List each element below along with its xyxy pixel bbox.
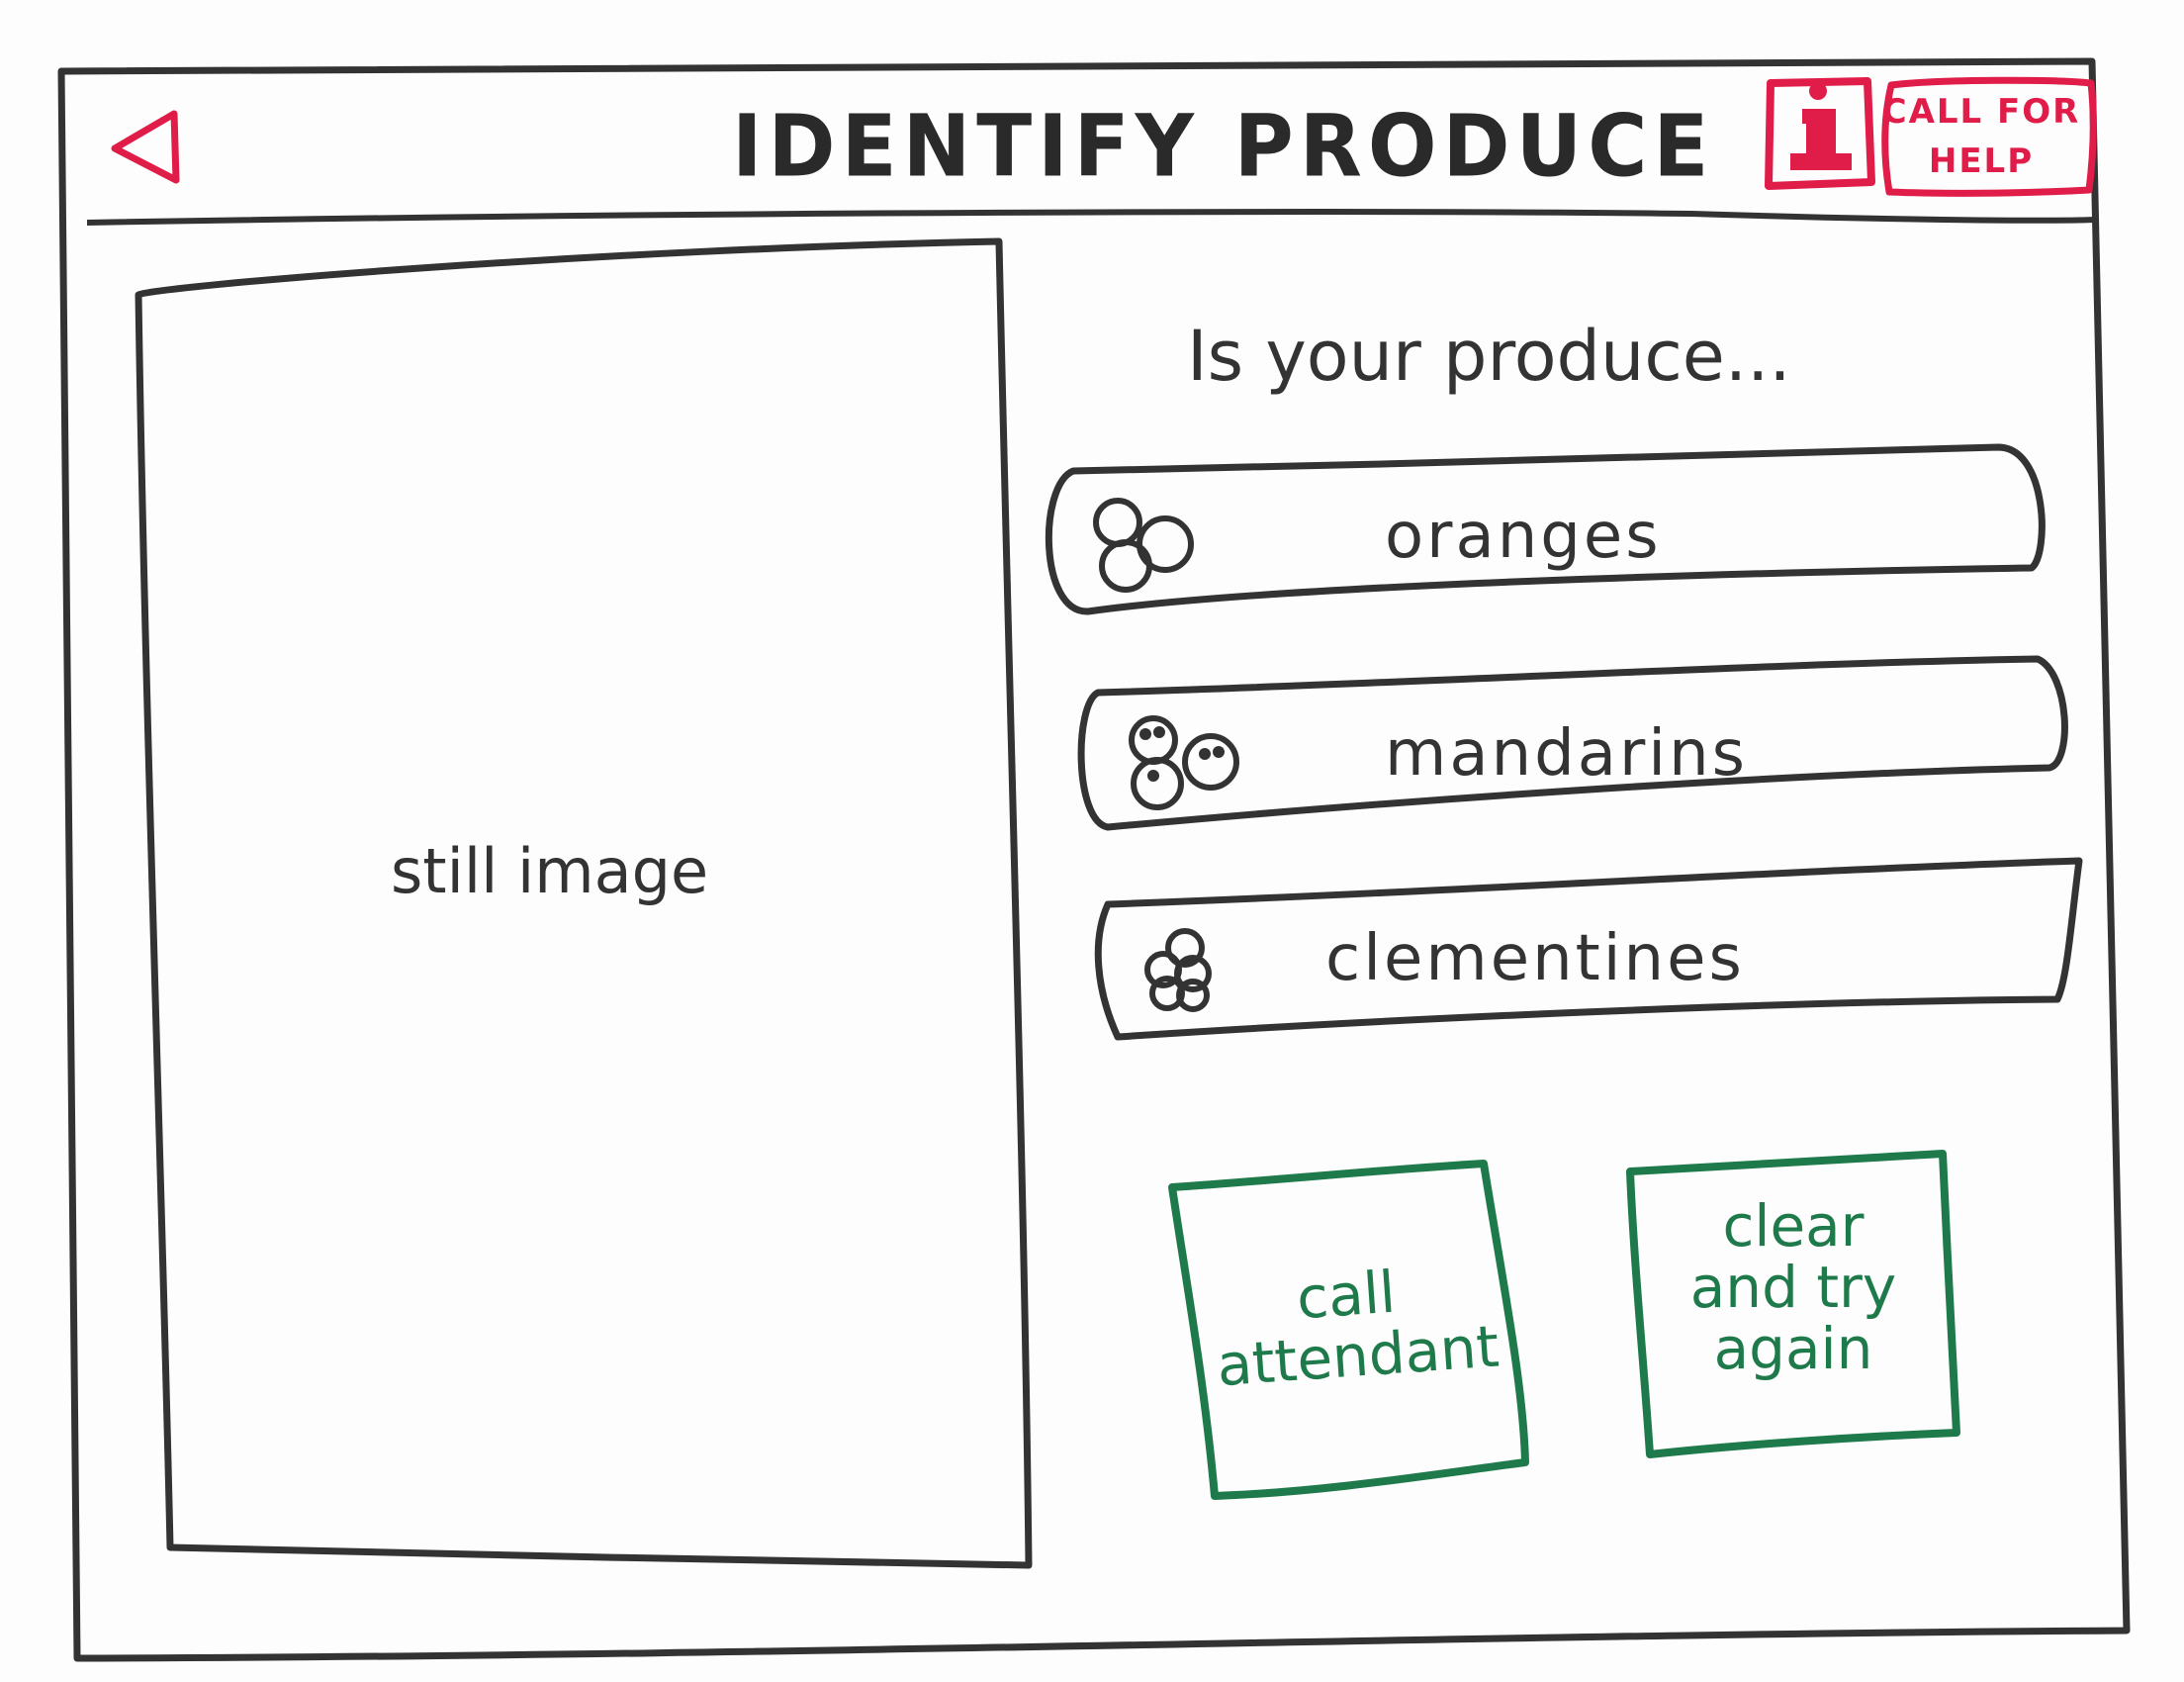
info-dot	[1809, 82, 1827, 100]
produce-question: Is your produce...	[1187, 316, 1791, 397]
back-button[interactable]	[111, 110, 180, 184]
option-clementines-label: clementines	[1325, 922, 1745, 995]
clear-and-try-again-label: clear and try again	[1689, 1192, 1897, 1382]
option-mandarins-button[interactable]: mandarins	[1083, 661, 2067, 824]
still-image-preview: still image	[148, 297, 1019, 1553]
option-clementines-button[interactable]: clementines	[1098, 863, 2082, 1033]
page-title: IDENTIFY PRODUCE	[732, 97, 1715, 197]
option-oranges-label: oranges	[1385, 500, 1662, 573]
option-oranges-button[interactable]: oranges	[1063, 450, 2048, 608]
option-mandarins-label: mandarins	[1385, 717, 1748, 791]
info-button[interactable]	[1765, 77, 1875, 190]
call-attendant-button[interactable]: call attendant	[1175, 1166, 1523, 1492]
clear-and-try-again-button[interactable]: clear and try again	[1632, 1156, 1955, 1452]
call-attendant-label: call attendant	[1215, 1258, 1502, 1400]
call-for-help-label: CALL FOR HELP	[1881, 92, 2081, 181]
back-triangle-icon	[111, 110, 180, 184]
call-for-help-button[interactable]: CALL FOR HELP	[1882, 79, 2095, 196]
still-image-label: still image	[391, 835, 709, 907]
header-divider	[86, 209, 2098, 226]
info-icon	[1790, 109, 1852, 170]
